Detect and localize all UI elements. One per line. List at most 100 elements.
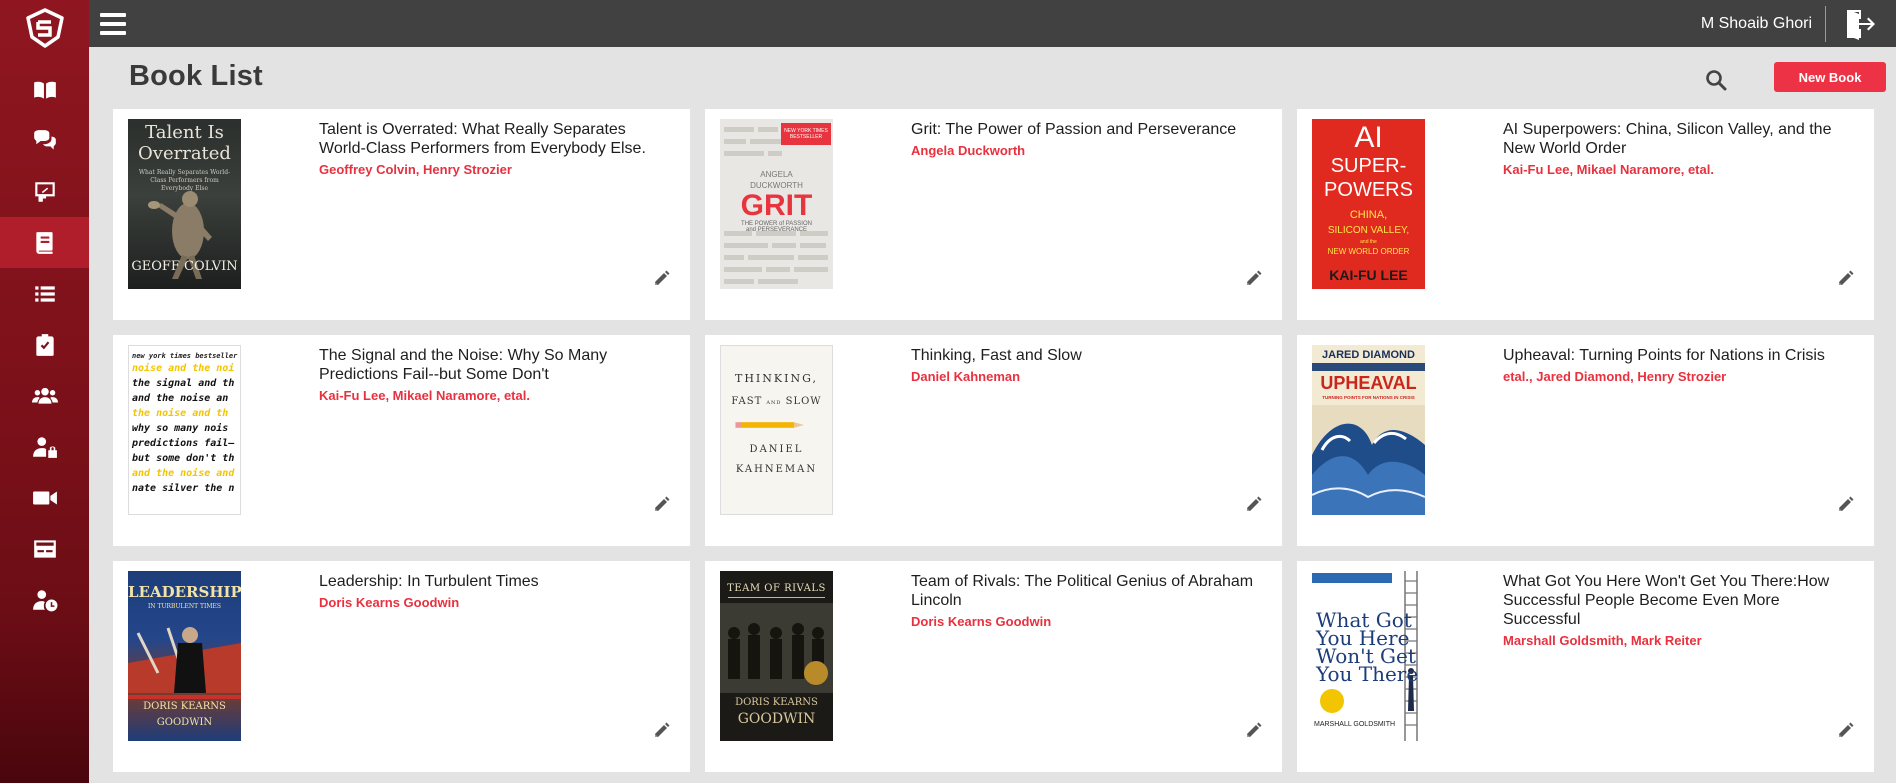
cover-author-band <box>128 695 241 699</box>
pencil-edit-icon[interactable] <box>1837 496 1854 513</box>
logout-icon[interactable] <box>1844 7 1880 41</box>
book-title[interactable]: Grit: The Power of Passion and Persevera… <box>911 121 1236 138</box>
cover-top-line: new york times bestseller <box>132 352 238 360</box>
book-title[interactable]: The Signal and the Noise: Why So Many Pr… <box>319 347 607 383</box>
book-authors: Angela Duckworth <box>911 143 1026 158</box>
great-wave-illustration <box>1312 405 1425 515</box>
cover-title: LEADERSHIP <box>128 583 241 601</box>
book-cover[interactable]: TEAM OF RIVALS DORIS KEARNS GOODWIN <box>720 571 833 741</box>
user-name[interactable]: M Shoaib Ghori <box>1701 15 1812 33</box>
book-title-block: Thinking, Fast and Slow Daniel Kahneman <box>911 346 1268 386</box>
cover-title-super: SUPER- <box>1330 155 1407 177</box>
cover-line: the signal and th <box>132 378 235 389</box>
cover-title: GRIT <box>740 189 813 222</box>
book-cover[interactable]: new york times bestseller noise and the … <box>128 345 241 515</box>
book-grid: Talent Is Overrated What Really Separate… <box>113 109 1877 772</box>
book-title[interactable]: Team of Rivals: The Political Genius of … <box>911 573 1253 609</box>
book-title-block: Leadership: In Turbulent Times Doris Kea… <box>319 572 676 612</box>
book-card[interactable]: new york times bestseller noise and the … <box>113 335 690 546</box>
cover-author: MARSHALL GOLDSMITH <box>1314 721 1396 728</box>
book-cover[interactable]: LEADERSHIP IN TURBULENT TIMES DORIS KEAR… <box>128 571 241 741</box>
pencil-edit-icon[interactable] <box>653 722 670 739</box>
user-lock-icon <box>32 436 57 458</box>
sidebar-item-attendance[interactable] <box>0 574 89 625</box>
sidebar-item-payments[interactable] <box>0 523 89 574</box>
cover-word-slow: SLOW <box>785 396 822 407</box>
book-authors: Doris Kearns Goodwin <box>319 595 460 610</box>
sidebar-item-assignments[interactable] <box>0 319 89 370</box>
book-title[interactable]: AI Superpowers: China, Silicon Valley, a… <box>1503 121 1831 157</box>
book-card[interactable]: Talent Is Overrated What Really Separate… <box>113 109 690 320</box>
book-authors: Kai-Fu Lee, Mikael Naramore, etal. <box>319 388 530 403</box>
book-cover[interactable]: THINKING, FAST AND SLOW DANIEL KAHNEMAN <box>720 345 833 515</box>
book-authors: etal., Jared Diamond, Henry Strozier <box>1503 369 1727 384</box>
book-authors: Doris Kearns Goodwin <box>911 614 1052 629</box>
pencil-edit-icon[interactable] <box>1837 722 1854 739</box>
cover-title-line: You There <box>1316 662 1419 686</box>
book-title[interactable]: Talent is Overrated: What Really Separat… <box>319 121 646 157</box>
book-card[interactable]: NEW YORK TIMES BESTSELLER ANGELA DUCKWOR… <box>705 109 1282 320</box>
sidebar-item-library[interactable] <box>0 64 89 115</box>
sidebar-item-videos[interactable] <box>0 472 89 523</box>
pencil-edit-icon[interactable] <box>1837 270 1854 287</box>
book-title[interactable]: Leadership: In Turbulent Times <box>319 573 539 590</box>
chat-icon <box>33 129 56 150</box>
pencil-edit-icon[interactable] <box>1245 270 1262 287</box>
book-card[interactable]: JARED DIAMOND UPHEAVAL TURNING POINTS FO… <box>1297 335 1874 546</box>
pencil-edit-icon[interactable] <box>653 496 670 513</box>
cover-title-fast-slow: FAST AND SLOW <box>721 396 832 407</box>
pencil-edit-icon[interactable] <box>1245 722 1262 739</box>
book-authors: Kai-Fu Lee, Mikael Naramore, etal. <box>1503 162 1714 177</box>
book-card[interactable]: What Got You Here Won't Get You There MA… <box>1297 561 1874 772</box>
book-title-block: The Signal and the Noise: Why So Many Pr… <box>319 346 676 405</box>
search-icon[interactable] <box>1704 68 1728 92</box>
book-title[interactable]: What Got You Here Won't Get You There:Ho… <box>1503 573 1829 628</box>
app-logo[interactable] <box>0 0 89 56</box>
menu-toggle-icon[interactable] <box>100 9 130 39</box>
cover-word-fast: FAST <box>731 396 763 407</box>
sidebar-item-books[interactable] <box>0 217 89 268</box>
cover-line: the noise and th <box>132 408 229 419</box>
book-title[interactable]: Upheaval: Turning Points for Nations in … <box>1503 347 1825 364</box>
book-cover[interactable]: What Got You Here Won't Get You There MA… <box>1312 571 1425 741</box>
cover-subtitle: IN TURBULENT TIMES <box>147 603 222 610</box>
cover-author: ANGELA DUCKWORTH <box>750 170 803 190</box>
book-open-icon <box>33 81 56 99</box>
cover-top-band <box>1312 573 1392 583</box>
book-cover[interactable]: AI SUPER- POWERS CHINA, SILICON VALLEY, … <box>1312 119 1425 289</box>
book-card[interactable]: TEAM OF RIVALS DORIS KEARNS GOODWIN Team… <box>705 561 1282 772</box>
cover-title-ai: AI <box>1354 121 1383 154</box>
new-book-button[interactable]: New Book <box>1774 62 1886 92</box>
sidebar-item-permissions[interactable] <box>0 421 89 472</box>
cover-line: and the noise an <box>132 393 229 404</box>
cover-band <box>1312 363 1425 371</box>
book-title-block: Upheaval: Turning Points for Nations in … <box>1503 346 1860 386</box>
pencil-illustration <box>735 422 805 428</box>
sidebar-item-groups[interactable] <box>0 370 89 421</box>
pencil-edit-icon[interactable] <box>1245 496 1262 513</box>
book-authors: Daniel Kahneman <box>911 369 1021 384</box>
pencil-edit-icon[interactable] <box>653 270 670 287</box>
sidebar <box>0 0 89 783</box>
cover-author-first: DORIS KEARNS <box>735 697 818 708</box>
sidebar-item-chat[interactable] <box>0 115 89 166</box>
book-card[interactable]: LEADERSHIP IN TURBULENT TIMES DORIS KEAR… <box>113 561 690 772</box>
sidebar-item-classroom[interactable] <box>0 166 89 217</box>
book-title-block: AI Superpowers: China, Silicon Valley, a… <box>1503 120 1860 179</box>
topbar-divider <box>1825 6 1826 42</box>
cover-subtitle: TURNING POINTS FOR NATIONS IN CRISIS <box>1322 395 1415 400</box>
cover-line: noise and the noi <box>132 363 235 374</box>
cover-author-first: DANIEL <box>749 444 804 455</box>
book-title[interactable]: Thinking, Fast and Slow <box>911 347 1082 364</box>
sidebar-item-lists[interactable] <box>0 268 89 319</box>
book-card[interactable]: AI SUPER- POWERS CHINA, SILICON VALLEY, … <box>1297 109 1874 320</box>
book-title-block: What Got You Here Won't Get You There:Ho… <box>1503 572 1860 650</box>
cover-title: TEAM OF RIVALS <box>727 583 826 594</box>
book-card[interactable]: THINKING, FAST AND SLOW DANIEL KAHNEMAN … <box>705 335 1282 546</box>
book-cover[interactable]: Talent Is Overrated What Really Separate… <box>128 119 241 289</box>
book-cover[interactable]: JARED DIAMOND UPHEAVAL TURNING POINTS FO… <box>1312 345 1425 515</box>
cover-title-powers: POWERS <box>1324 179 1413 201</box>
cover-author: JARED DIAMOND <box>1322 349 1415 361</box>
book-cover[interactable]: NEW YORK TIMES BESTSELLER ANGELA DUCKWOR… <box>720 119 833 289</box>
cover-author-last: GOODWIN <box>156 717 213 728</box>
